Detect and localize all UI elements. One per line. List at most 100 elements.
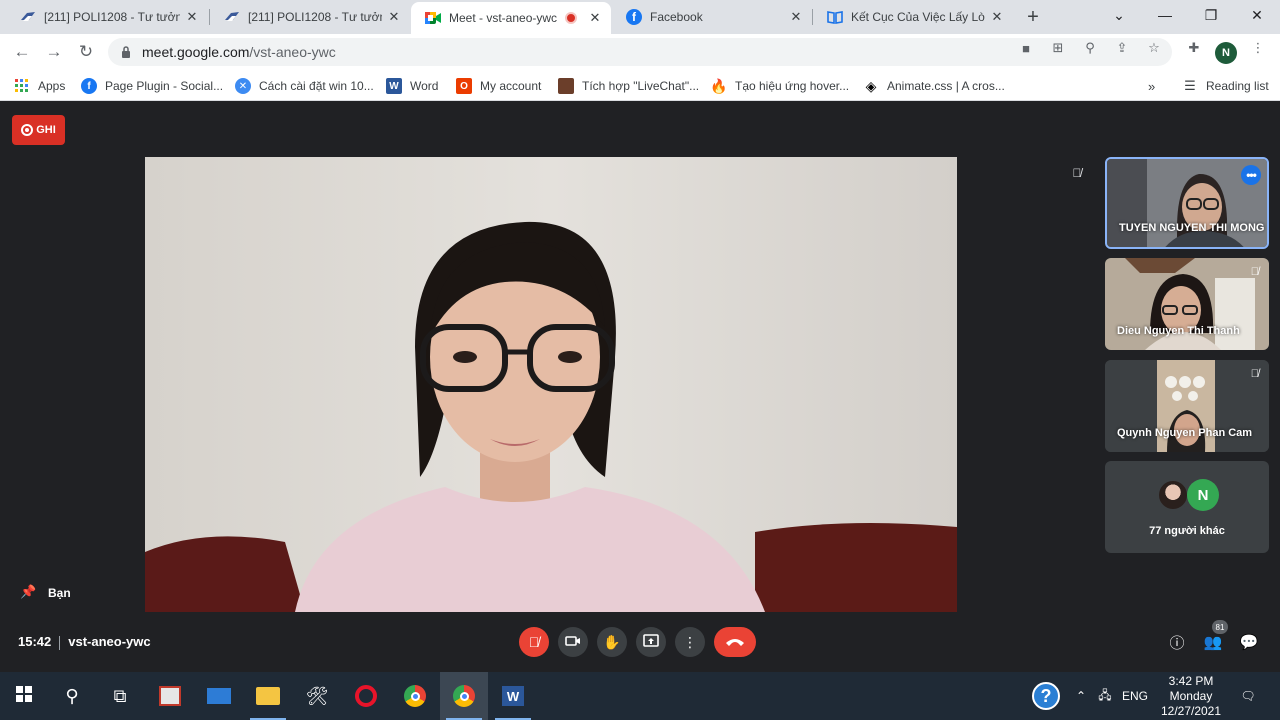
close-icon[interactable]: ✕ [989,9,1005,25]
participant-name: TUYEN NGUYEN THI MONG [1119,222,1265,234]
tab-meet[interactable]: Meet - vst-aneo-ywc ✕ [411,2,611,34]
meeting-controls: 15:42 vst-aneo-ywc 🎙̸ ✋ ⋮ ⓘ 👥 💬 [0,622,1280,662]
forward-button[interactable]: → [42,40,66,64]
bookmark-animate-css[interactable]: ◈ Animate.css | A cros... [863,75,1005,97]
participant-tile[interactable]: ••• TUYEN NGUYEN THI MONG [1105,157,1269,249]
windows-logo-icon [16,685,32,707]
tab-facebook[interactable]: f Facebook ✕ [612,0,812,34]
more-options-icon[interactable]: ••• [1241,165,1261,185]
participant-tile[interactable]: 🎙̸ Quynh Nguyen Phan Cam [1105,360,1269,452]
tab-ket-cuc[interactable]: Kết Cục Của Việc Lấy Lòng ✕ [813,0,1013,34]
word-icon: W [502,686,524,706]
restore-button[interactable]: ❐ [1188,0,1234,30]
bookmark-label: Tạo hiệu ứng hover... [735,79,850,93]
back-button[interactable]: ← [10,40,34,64]
translate-icon[interactable]: ⊞ [1050,40,1066,56]
minimize-button[interactable]: — [1142,0,1188,30]
record-icon [21,124,34,136]
participant-name: Quynh Nguyen Phan Cam [1117,427,1253,439]
mic-off-icon: 🎙̸ [1072,166,1082,180]
url-host: meet.google.com [142,44,250,60]
zoom-icon[interactable]: ⚲ [1082,40,1098,56]
opera-icon [355,685,377,707]
meeting-details-button[interactable]: ⓘ [1167,632,1187,652]
tab-poli1208-2[interactable]: [211] POLI1208 - Tư tưởng ✕ [210,0,410,34]
chat-button[interactable]: 💬 [1239,632,1259,652]
bookmark-hover[interactable]: 🔥 Tạo hiệu ứng hover... [710,75,850,97]
reading-list-icon: ☰ [1184,78,1196,93]
task-view-button[interactable]: ⧉ [96,672,144,720]
reload-button[interactable]: ↻ [74,40,98,64]
bookmark-my-account[interactable]: O My account [456,75,541,97]
bookmark-livechat[interactable]: Tích hợp "LiveChat"... [558,75,699,97]
show-hidden-icons-button[interactable]: ⌃ [1072,672,1090,720]
more-options-button[interactable]: ⋮ [675,627,705,657]
minimize-icon: — [1158,7,1172,23]
pin-icon[interactable]: 📌 [20,584,36,600]
taskbar-app-word[interactable]: W [489,672,537,720]
bookmark-label: Cách cài đặt win 10... [259,79,374,93]
reading-list-button[interactable]: ☰ Reading list [1182,75,1269,97]
reading-list-label: Reading list [1206,79,1269,93]
tab-poli1208-1[interactable]: [211] POLI1208 - Tư tưởng ✕ [6,0,208,34]
bookmark-cach-cai-dat[interactable]: ✕ Cách cài đặt win 10... [235,75,374,97]
menu-kebab-icon[interactable]: ⋮ [1250,40,1266,56]
taskbar-app-unikey[interactable] [146,672,194,720]
leave-call-button[interactable] [714,627,756,657]
start-button[interactable] [0,672,48,720]
facebook-icon: f [626,9,642,25]
taskbar-app-chrome-profile[interactable] [440,672,488,720]
network-tray-icon[interactable]: 🖧 [1094,672,1116,720]
bookmark-page-plugin[interactable]: f Page Plugin - Social... [81,75,223,97]
close-icon[interactable]: ✕ [184,9,200,25]
bookmark-star-icon[interactable]: ☆ [1146,40,1162,56]
tab-search-button[interactable]: ⌄ [1096,0,1142,30]
close-icon: ✕ [1251,6,1263,23]
camera-in-use-icon[interactable]: ■ [1018,40,1034,56]
raise-hand-button[interactable]: ✋ [597,627,627,657]
help-tray-icon[interactable]: ? [1028,672,1064,720]
people-icon: 👥 [1203,634,1223,651]
present-button[interactable] [636,627,666,657]
tab-label: Kết Cục Của Việc Lấy Lòng [851,10,985,24]
recording-badge[interactable]: GHI [12,115,65,145]
profile-avatar[interactable]: N [1215,42,1237,64]
mic-toggle-button[interactable]: 🎙̸ [519,627,549,657]
record-label: GHI [36,124,56,136]
participants-button[interactable]: 👥 [1203,632,1223,652]
taskbar-app-file-explorer[interactable] [244,672,292,720]
taskbar-app-opera[interactable] [342,672,390,720]
extensions-icon[interactable]: ✚ [1186,40,1202,56]
others-tile[interactable]: N 77 người khác [1105,461,1269,553]
input-language-button[interactable]: ENG [1120,672,1150,720]
bookmark-apps[interactable]: Apps [14,75,65,97]
share-icon[interactable]: ⇪ [1114,40,1130,56]
restore-icon: ❐ [1204,6,1218,23]
camera-toggle-button[interactable] [558,627,588,657]
taskbar-app-chrome[interactable] [391,672,439,720]
unikey-icon [159,686,181,706]
close-icon[interactable]: ✕ [386,9,402,25]
end-call-icon [725,634,745,650]
system-clock[interactable]: 3:42 PM Monday 12/27/2021 [1155,674,1227,719]
divider [59,635,61,650]
notifications-button[interactable]: 🗨 [1234,672,1262,720]
close-window-button[interactable]: ✕ [1234,0,1280,30]
mail-icon [207,688,231,704]
more-bookmarks-button[interactable]: » [1148,75,1155,97]
network-icon: 🖧 [1098,687,1112,702]
address-bar[interactable]: meet.google.com/vst-aneo-ywc [108,38,1172,66]
clock-date: 12/27/2021 [1160,704,1222,718]
new-tab-button[interactable]: + [1022,6,1044,28]
browser-toolbar: ← → ↻ meet.google.com/vst-aneo-ywc ■ ⊞ ⚲… [0,34,1280,70]
meeting-info: 15:42 vst-aneo-ywc [18,634,151,650]
arrow-left-icon: ← [13,42,31,61]
close-icon[interactable]: ✕ [587,10,603,26]
word-icon: W [386,78,402,94]
close-icon[interactable]: ✕ [788,9,804,25]
search-button[interactable]: ⚲ [48,672,96,720]
taskbar-app-tools[interactable]: 🛠 [293,672,341,720]
taskbar-app-mail[interactable] [195,672,243,720]
participant-tile[interactable]: 🎙̸ Dieu Nguyen Thi Thanh [1105,258,1269,350]
bookmark-word[interactable]: W Word [386,75,438,97]
